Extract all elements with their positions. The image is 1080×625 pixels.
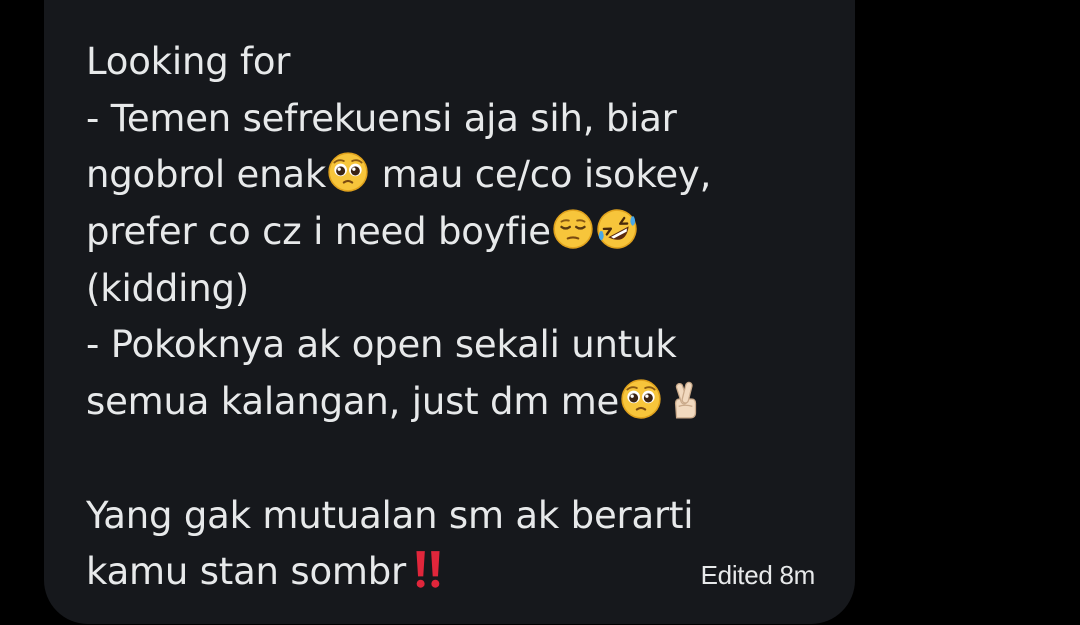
message-line: - Temen sefrekuensi aja sih, biar [86, 96, 677, 140]
message-line: (kidding) [86, 266, 249, 310]
message-fragment: prefer co cz i need boyfie [86, 210, 551, 254]
rolling-on-floor-laughing-icon [596, 208, 638, 250]
message-line: - Pokoknya ak open sekali untuk [86, 323, 677, 367]
double-exclamation-icon [407, 548, 449, 590]
message-line: kamu stan sombr [86, 544, 776, 601]
message-line: ngobrol enak mau ce/co isokey, [86, 147, 776, 204]
message-line: Yang gak mutualan sm ak berarti [86, 493, 694, 537]
message-line: semua kalangan, just dm me [86, 374, 776, 431]
message-fragment: ngobrol enak [86, 153, 327, 197]
message-line: Looking for [86, 40, 291, 83]
crossed-fingers-icon [664, 378, 706, 420]
edited-timestamp: Edited 8m [700, 560, 816, 590]
message-fragment: mau ce/co isokey, [370, 153, 712, 197]
pleading-face-icon [327, 151, 369, 193]
message-fragment: kamu stan sombr [86, 550, 407, 594]
pleading-face-icon [620, 378, 662, 420]
message-fragment: semua kalangan, just dm me [86, 380, 620, 424]
message-text: Looking for - Temen sefrekuensi aja sih,… [86, 34, 776, 601]
pensive-face-icon [552, 208, 594, 250]
message-line: prefer co cz i need boyfie [86, 204, 776, 261]
